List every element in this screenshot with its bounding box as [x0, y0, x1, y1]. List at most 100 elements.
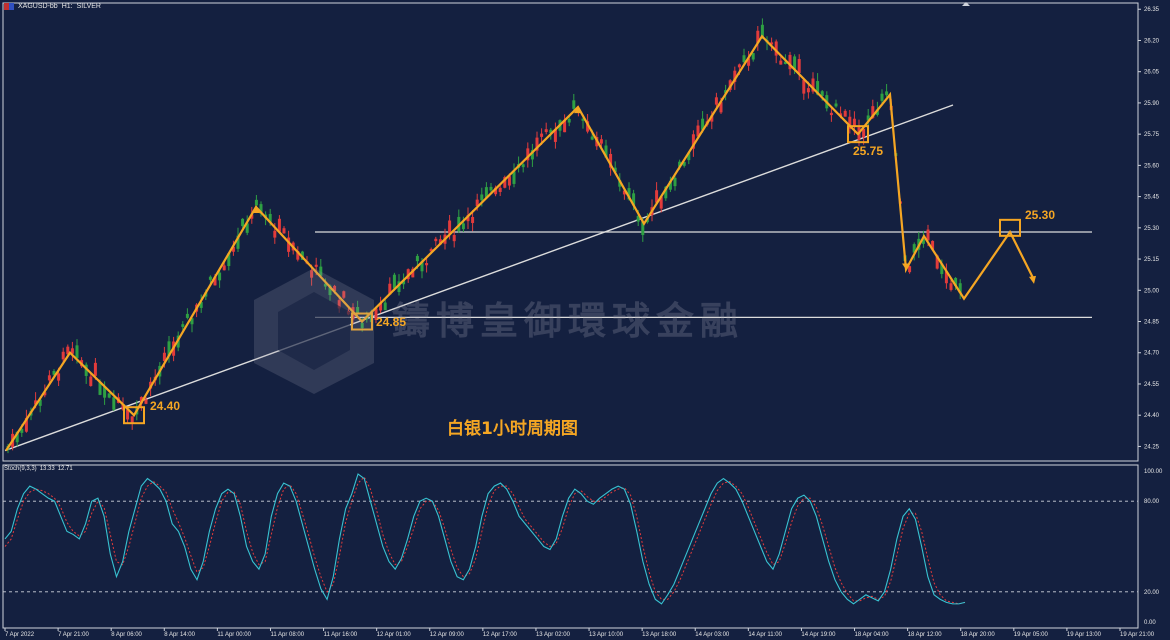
candle-body [829, 112, 833, 116]
candle-body [521, 164, 525, 168]
candle-body [61, 351, 65, 360]
candle-body [512, 171, 516, 184]
candle-body [572, 100, 576, 109]
candle-body [254, 199, 258, 206]
time-tick-label: 14 Apr 11:00 [748, 632, 782, 638]
arrow-head-icon [1029, 275, 1036, 284]
price-tick-label: 25.90 [1144, 101, 1160, 107]
candle-body [425, 263, 429, 266]
time-tick-label: 18 Apr 04:00 [855, 632, 890, 638]
candle-body [144, 399, 148, 404]
time-tick-label: 7 Apr 21:00 [58, 632, 89, 638]
stoch-pane-border [2, 464, 1139, 629]
candle-body [544, 129, 548, 133]
candle-body [806, 88, 810, 93]
candle-body [392, 274, 396, 289]
candle-body [797, 59, 801, 74]
candle-body [47, 375, 51, 381]
stoch-tick-label: 100.00 [1144, 469, 1163, 475]
time-tick-label: 11 Apr 00:00 [217, 632, 251, 638]
candle-body [273, 230, 277, 238]
symbol-label: XAGUSD-bb [18, 3, 58, 10]
time-tick-label: 8 Apr 14:00 [164, 632, 195, 638]
price-tick-label: 24.85 [1144, 320, 1160, 326]
candle-body [314, 264, 318, 267]
time-tick-label: 19 Apr 05:00 [1014, 632, 1049, 638]
candle-body [885, 91, 889, 96]
candle-body [448, 220, 452, 234]
annotation-label-24-85: 24.85 [376, 315, 407, 329]
candle-body [383, 302, 387, 311]
price-tick-label: 25.75 [1144, 132, 1160, 138]
candle-body [415, 255, 419, 262]
candle-body [75, 345, 79, 359]
candle-body [241, 218, 245, 227]
candle-body [222, 265, 226, 271]
candle-body [880, 93, 884, 101]
annotation-label-25-75: 25.75 [853, 144, 884, 158]
stoch-signal-value: 12.71 [57, 466, 73, 472]
time-tick-label: 18 Apr 12:00 [908, 632, 943, 638]
candle-body [843, 110, 847, 117]
price-tick-label: 26.05 [1144, 70, 1160, 76]
candle-body [489, 186, 493, 191]
candle-body [949, 283, 953, 290]
time-tick-label: 19 Apr 21:00 [1120, 632, 1155, 638]
stoch-main-line [4, 473, 966, 605]
price-tick-label: 25.60 [1144, 163, 1160, 169]
candle-body [181, 324, 185, 327]
candle-body [760, 24, 764, 37]
candle-body [751, 53, 755, 60]
candle-body [498, 187, 502, 192]
time-tick-label: 18 Apr 20:00 [961, 632, 996, 638]
price-tick-label: 25.15 [1144, 257, 1160, 263]
candle-body [471, 217, 475, 224]
candle-body [112, 397, 116, 410]
candle-body [742, 55, 746, 63]
flag-icon [4, 3, 14, 10]
candle-body [218, 272, 222, 281]
candle-body [282, 228, 286, 234]
candle-body [93, 362, 97, 376]
time-tick-label: 13 Apr 10:00 [589, 632, 624, 638]
trend-line [4, 104, 954, 452]
candle-body [540, 133, 544, 137]
time-tick-label: 13 Apr 02:00 [536, 632, 571, 638]
time-tick-label: 12 Apr 09:00 [430, 632, 465, 638]
candle-body [599, 139, 603, 144]
main-price-pane [2, 2, 1139, 462]
time-tick-label: 11 Apr 16:00 [324, 632, 358, 638]
price-tick-label: 24.70 [1144, 351, 1160, 357]
time-tick-label: 12 Apr 17:00 [483, 632, 518, 638]
price-tick-label: 26.35 [1144, 7, 1160, 13]
candle-body [452, 235, 456, 242]
chart-title: XAGUSD-bb H1: SILVER [4, 3, 101, 10]
chart-caption: 白银1小时周期图 [447, 419, 578, 439]
watermark-text: 鑄博皇御環球金融 [392, 299, 745, 343]
time-tick-label: 11 Apr 08:00 [270, 632, 304, 638]
price-tick-label: 24.40 [1144, 413, 1160, 419]
candle-body [57, 373, 61, 381]
stochastic-pane [2, 464, 1139, 629]
stoch-signal-line [4, 476, 966, 605]
timeframe-label: H1: [61, 3, 73, 10]
stoch-label: Stoch(9,3,3) 13.33 12.71 [4, 466, 73, 472]
time-tick-label: 8 Apr 06:00 [111, 632, 142, 638]
price-tick-label: 25.00 [1144, 288, 1160, 294]
stoch-main-value: 13.33 [39, 466, 55, 472]
time-tick-label: 14 Apr 03:00 [695, 632, 730, 638]
candle-body [89, 376, 93, 386]
candle-body [434, 238, 438, 242]
annotation-label-24-40: 24.40 [150, 399, 181, 413]
candle-body [737, 64, 741, 68]
candle-body [208, 276, 212, 280]
time-tick-label: 7 Apr 2022 [5, 632, 35, 638]
candle-body [590, 136, 594, 140]
price-tick-label: 26.20 [1144, 38, 1160, 44]
description-label: SILVER [76, 3, 101, 10]
candle-body [480, 194, 484, 201]
candle-body [834, 103, 838, 107]
candle-body [714, 97, 718, 105]
price-tick-label: 24.25 [1144, 444, 1160, 450]
stoch-name: Stoch(9,3,3) [4, 466, 37, 472]
